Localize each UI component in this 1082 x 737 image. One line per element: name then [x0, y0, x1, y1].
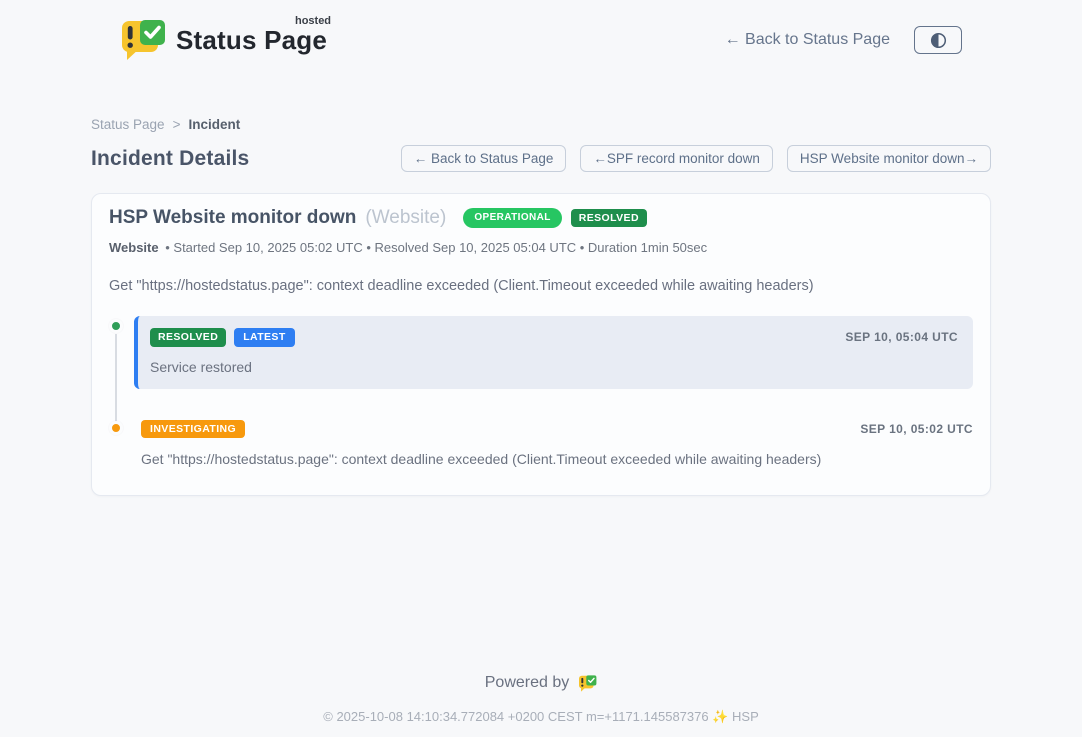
update-badge-investigating: INVESTIGATING: [141, 420, 245, 439]
back-to-status-page-link[interactable]: ← Back to Status Page: [725, 31, 890, 49]
incident-card-header: HSP Website monitor down (Website) OPERA…: [109, 207, 973, 229]
main-content: Status Page > Incident Incident Details …: [91, 117, 991, 496]
status-page-logo-icon: [120, 19, 166, 61]
page-footer: Powered by © 2025-10-08 14:10:34.772084 …: [0, 674, 1082, 725]
incident-card: HSP Website monitor down (Website) OPERA…: [91, 193, 991, 496]
timeline-entry-resolved: RESOLVED LATEST SEP 10, 05:04 UTC Servic…: [109, 316, 973, 389]
breadcrumb-separator: >: [173, 117, 181, 132]
operational-status-badge: OPERATIONAL: [463, 208, 561, 228]
incident-description: Get "https://hostedstatus.page": context…: [109, 278, 973, 294]
page-title: Incident Details: [91, 147, 249, 171]
next-incident-button[interactable]: HSP Website monitor down→: [787, 145, 991, 172]
logo-superscript: hosted: [295, 15, 331, 27]
incident-title: HSP Website monitor down: [109, 207, 356, 229]
timeline-dot-green: [109, 319, 123, 333]
update-message: Service restored: [150, 359, 958, 375]
incident-nav-buttons: ← Back to Status Page ←SPF record monito…: [401, 145, 991, 172]
hsp-logo-icon: [578, 675, 597, 692]
update-message: Get "https://hostedstatus.page": context…: [134, 451, 973, 467]
update-badge-resolved: RESOLVED: [150, 328, 226, 347]
title-row: Incident Details ← Back to Status Page ←…: [91, 145, 991, 172]
incident-meta-details: • Started Sep 10, 2025 05:02 UTC • Resol…: [165, 240, 707, 255]
incident-meta: Website • Started Sep 10, 2025 05:02 UTC…: [109, 240, 973, 255]
prev-incident-button[interactable]: ←SPF record monitor down: [580, 145, 773, 172]
incident-timeline: RESOLVED LATEST SEP 10, 05:04 UTC Servic…: [109, 316, 973, 467]
timeline-entry-investigating: INVESTIGATING SEP 10, 05:02 UTC Get "htt…: [109, 420, 973, 468]
update-timestamp: SEP 10, 05:02 UTC: [860, 422, 973, 436]
breadcrumb-current: Incident: [188, 117, 240, 132]
contrast-icon: [930, 32, 947, 49]
resolved-state-badge: RESOLVED: [571, 209, 647, 228]
incident-source: Website: [109, 240, 159, 255]
logo-text: Status Page: [176, 25, 327, 55]
update-highlight-box: RESOLVED LATEST SEP 10, 05:04 UTC Servic…: [134, 316, 973, 389]
theme-toggle-button[interactable]: [914, 26, 962, 54]
copyright-text: © 2025-10-08 14:10:34.772084 +0200 CEST …: [0, 709, 1082, 725]
header-actions: ← Back to Status Page: [725, 26, 962, 54]
app-header: Status Page hosted ← Back to Status Page: [0, 0, 1082, 66]
update-timestamp: SEP 10, 05:04 UTC: [845, 330, 958, 344]
breadcrumb-root[interactable]: Status Page: [91, 117, 165, 132]
powered-by-link[interactable]: Powered by: [485, 674, 598, 692]
app-logo[interactable]: Status Page hosted: [120, 19, 327, 61]
back-to-status-page-button[interactable]: ← Back to Status Page: [401, 145, 567, 172]
timeline-dot-orange: [109, 421, 123, 435]
incident-scope: (Website): [365, 207, 446, 229]
update-badge-latest: LATEST: [234, 328, 294, 347]
breadcrumb: Status Page > Incident: [91, 117, 991, 132]
powered-by-label: Powered by: [485, 674, 570, 692]
